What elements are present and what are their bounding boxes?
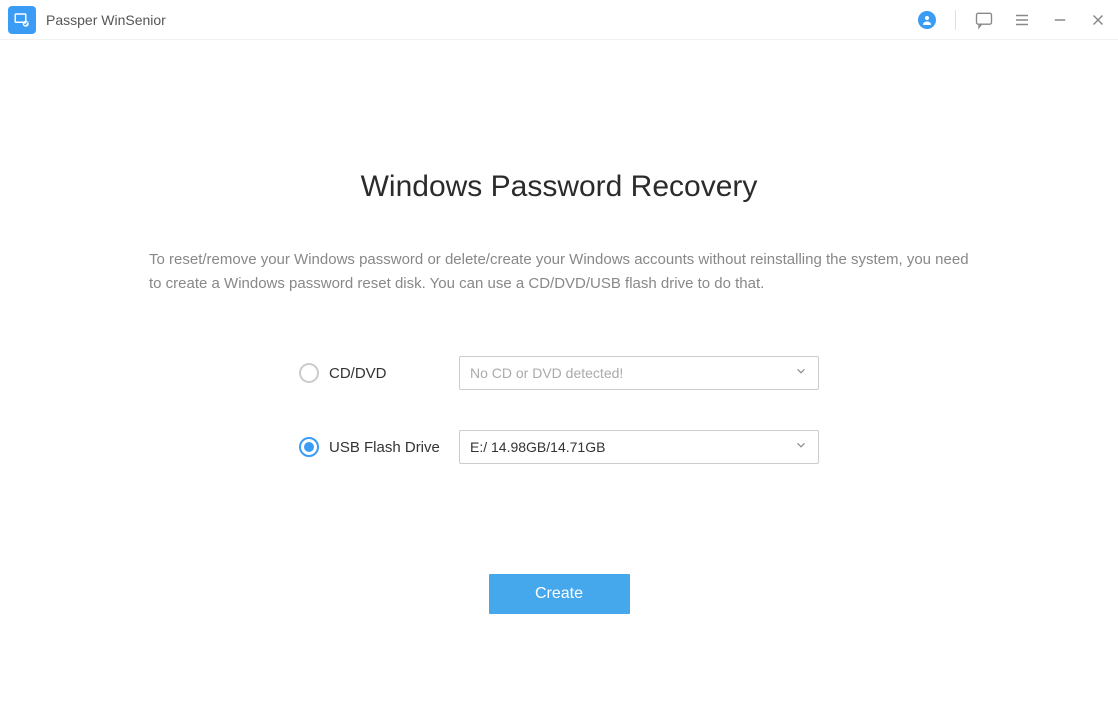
option-cd-dvd-row: CD/DVD No CD or DVD detected! (299, 356, 919, 390)
feedback-icon[interactable] (974, 10, 994, 30)
usb-dropdown-text: E:/ 14.98GB/14.71GB (470, 439, 794, 455)
page-description: To reset/remove your Windows password or… (149, 248, 969, 296)
chevron-down-icon (794, 438, 808, 457)
minimize-icon[interactable] (1050, 10, 1070, 30)
usb-dropdown[interactable]: E:/ 14.98GB/14.71GB (459, 430, 819, 464)
cd-dvd-dropdown[interactable]: No CD or DVD detected! (459, 356, 819, 390)
radio-cd-dvd[interactable]: CD/DVD (299, 363, 459, 383)
create-button[interactable]: Create (489, 574, 630, 614)
radio-cd-dvd-circle (299, 363, 319, 383)
divider (955, 10, 956, 30)
app-title: Passper WinSenior (46, 12, 166, 28)
radio-usb-label: USB Flash Drive (329, 439, 440, 456)
user-icon[interactable] (917, 10, 937, 30)
main-content: Windows Password Recovery To reset/remov… (0, 40, 1118, 614)
app-logo-icon (8, 6, 36, 34)
radio-usb[interactable]: USB Flash Drive (299, 437, 459, 457)
option-usb-row: USB Flash Drive E:/ 14.98GB/14.71GB (299, 430, 919, 464)
radio-usb-circle (299, 437, 319, 457)
close-icon[interactable] (1088, 10, 1108, 30)
page-title: Windows Password Recovery (361, 170, 758, 204)
radio-cd-dvd-label: CD/DVD (329, 365, 387, 382)
chevron-down-icon (794, 364, 808, 383)
cd-dvd-dropdown-text: No CD or DVD detected! (470, 365, 794, 381)
titlebar: Passper WinSenior (0, 0, 1118, 40)
media-options: CD/DVD No CD or DVD detected! USB Flash … (299, 356, 919, 504)
menu-icon[interactable] (1012, 10, 1032, 30)
